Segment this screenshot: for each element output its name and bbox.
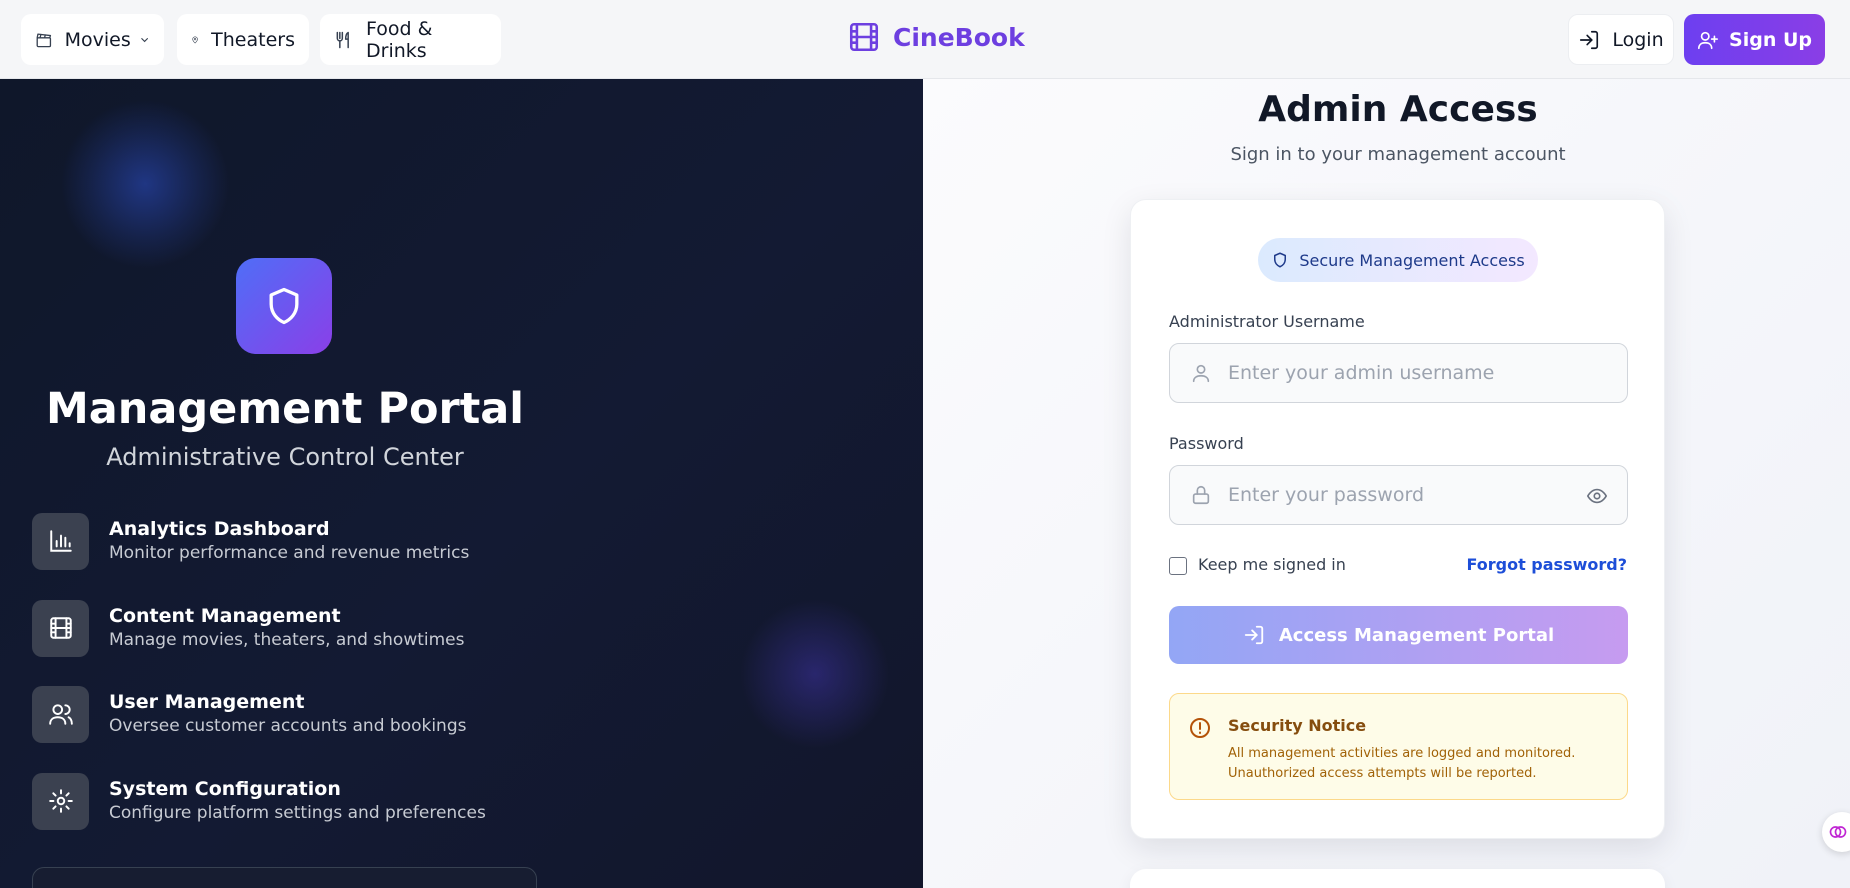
login-card: Secure Management Access Administrator U… <box>1130 199 1665 839</box>
admin-login-panel: Admin Access Sign in to your management … <box>923 79 1850 888</box>
security-notice: Security Notice All management activitie… <box>1169 693 1628 800</box>
admin-title: Admin Access <box>1258 89 1538 130</box>
bar-chart-icon <box>49 530 72 552</box>
password-input[interactable]: Enter your password <box>1169 465 1628 525</box>
user-icon <box>1192 364 1210 383</box>
signup-label: Sign Up <box>1729 28 1812 51</box>
clapperboard-icon <box>36 32 52 47</box>
security-notice-line: All management activities are logged and… <box>1228 746 1576 761</box>
movies-menu-button[interactable]: Movies <box>21 14 164 65</box>
signup-button[interactable]: Sign Up <box>1684 14 1825 65</box>
login-label: Login <box>1612 28 1664 51</box>
brain-icon <box>1829 826 1847 838</box>
keep-signed-in-checkbox[interactable] <box>1169 557 1187 575</box>
user-plus-icon <box>1698 31 1719 49</box>
theaters-nav-button[interactable]: Theaters <box>177 14 309 65</box>
feature-analytics: Analytics Dashboard Monitor performance … <box>32 512 469 570</box>
alert-circle-icon <box>1190 718 1210 738</box>
background-glow <box>60 99 230 269</box>
feature-content: Content Management Manage movies, theate… <box>32 599 464 657</box>
shield-icon <box>269 287 299 325</box>
shield-icon <box>1274 252 1287 268</box>
brand-logo[interactable]: CineBook <box>847 20 1025 54</box>
secure-access-badge: Secure Management Access <box>1258 238 1538 282</box>
map-pin-icon <box>192 35 198 43</box>
keep-signed-in-label[interactable]: Keep me signed in <box>1198 555 1346 574</box>
feature-title: System Configuration <box>109 778 341 800</box>
username-label: Administrator Username <box>1169 312 1365 331</box>
utensils-icon <box>336 31 349 48</box>
chevron-down-icon <box>141 37 148 42</box>
food-drinks-label: Food & Drinks <box>366 17 433 62</box>
feature-users: User Management Oversee customer account… <box>32 685 466 743</box>
management-portal-panel: Management Portal Administrative Control… <box>0 79 923 888</box>
food-drinks-nav-button[interactable]: Food & Drinks <box>320 14 501 65</box>
portal-subtitle: Administrative Control Center <box>106 443 464 471</box>
feature-description: Monitor performance and revenue metrics <box>109 543 470 563</box>
theaters-label: Theaters <box>211 28 295 51</box>
login-button[interactable]: Login <box>1568 14 1674 65</box>
movies-label: Movies <box>64 28 131 51</box>
access-portal-button[interactable]: Access Management Portal <box>1169 606 1628 664</box>
feature-description: Manage movies, theaters, and showtimes <box>109 630 465 650</box>
feature-title: Analytics Dashboard <box>109 518 330 540</box>
info-box <box>32 867 537 888</box>
feature-description: Oversee customer accounts and bookings <box>109 716 467 736</box>
feature-config: System Configuration Configure platform … <box>32 772 486 830</box>
feature-description: Configure platform settings and preferen… <box>109 803 486 823</box>
background-glow <box>740 599 890 749</box>
gear-icon <box>48 789 73 813</box>
portal-shield-badge <box>236 258 332 354</box>
access-portal-label: Access Management Portal <box>1278 624 1555 646</box>
badge-label: Secure Management Access <box>1299 250 1525 270</box>
username-placeholder: Enter your admin username <box>1228 362 1495 384</box>
users-icon <box>48 704 73 725</box>
film-icon <box>49 617 72 639</box>
username-input[interactable]: Enter your admin username <box>1169 343 1628 403</box>
film-icon <box>849 22 879 52</box>
lock-icon <box>1192 485 1210 505</box>
security-notice-text: All management activities are logged and… <box>1228 744 1618 784</box>
feature-title: User Management <box>109 691 305 713</box>
brand-name: CineBook <box>893 22 1025 52</box>
security-notice-title: Security Notice <box>1228 716 1367 735</box>
secondary-card <box>1130 869 1665 888</box>
login-icon <box>1580 30 1599 49</box>
admin-subtitle: Sign in to your management account <box>1230 144 1566 165</box>
feature-title: Content Management <box>109 605 341 627</box>
password-placeholder: Enter your password <box>1228 484 1425 506</box>
password-label: Password <box>1169 434 1244 453</box>
security-notice-line: Unauthorized access attempts will be rep… <box>1228 766 1537 781</box>
top-navbar: Movies Theaters Food & Drinks CineBook L… <box>0 0 1850 79</box>
forgot-password-link[interactable]: Forgot password? <box>1466 555 1627 574</box>
login-icon <box>1244 625 1264 645</box>
eye-icon[interactable] <box>1585 485 1609 507</box>
portal-title: Management Portal <box>45 384 525 434</box>
